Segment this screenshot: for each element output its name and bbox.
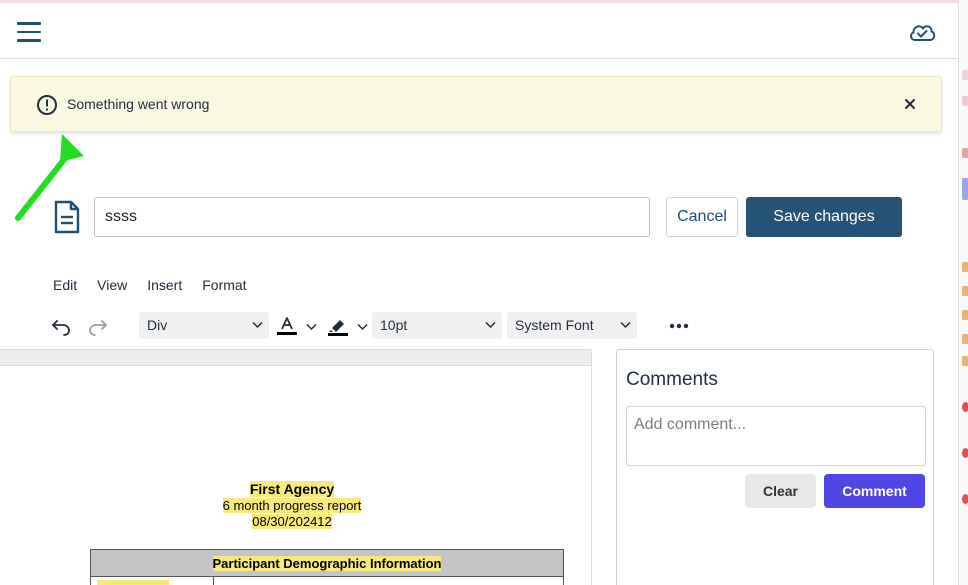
clear-button[interactable]: Clear [745, 474, 816, 508]
add-comment-input[interactable] [626, 406, 926, 466]
strip-marker [962, 96, 968, 106]
document-heading: First Agency [249, 481, 335, 497]
font-size-select[interactable]: 10pt [372, 312, 502, 339]
side-panel-edge [958, 0, 968, 585]
block-format-value: Div [147, 317, 168, 333]
document-title-input[interactable] [94, 197, 650, 237]
editor-toolbar: Div 10pt System Font [0, 309, 700, 343]
strip-marker [962, 494, 968, 504]
error-alert: Something went wrong [10, 76, 942, 132]
chevron-down-icon [620, 321, 631, 329]
app-header [0, 3, 958, 59]
document-date: 08/30/202412 [252, 514, 332, 529]
more-options-icon[interactable] [668, 322, 690, 330]
menu-format[interactable]: Format [202, 277, 246, 295]
font-size-value: 10pt [380, 317, 408, 333]
table-row [90, 577, 564, 585]
strip-marker [962, 148, 968, 158]
highlight-color-button[interactable] [327, 312, 373, 340]
block-format-select[interactable]: Div [139, 312, 269, 339]
comment-button[interactable]: Comment [824, 474, 925, 508]
editor-menubar: Edit View Insert Format [53, 277, 267, 295]
chevron-down-icon [306, 323, 317, 331]
strip-marker [962, 402, 968, 412]
highlight-fragment [97, 580, 169, 585]
alert-exclamation-icon [37, 95, 57, 115]
cancel-button[interactable]: Cancel [666, 197, 738, 237]
font-family-select[interactable]: System Font [507, 312, 637, 339]
document-subtitle: 6 month progress report [222, 498, 362, 513]
strip-marker [962, 334, 968, 344]
table-header: Participant Demographic Information [90, 549, 564, 577]
comments-panel: Comments Clear Comment [616, 349, 934, 585]
alert-message: Something went wrong [67, 96, 210, 112]
table-cell [91, 577, 214, 585]
menu-edit[interactable]: Edit [53, 277, 77, 295]
menu-insert[interactable]: Insert [147, 277, 182, 295]
strip-marker [962, 286, 968, 296]
strip-marker [962, 356, 968, 366]
chevron-down-icon [357, 323, 368, 331]
document-ruler [0, 350, 591, 366]
strip-marker [962, 448, 968, 458]
cloud-check-icon[interactable] [908, 21, 936, 43]
strip-marker [962, 262, 968, 272]
menu-view[interactable]: View [97, 277, 127, 295]
comments-title: Comments [626, 369, 718, 390]
redo-icon[interactable] [87, 315, 109, 337]
document-editor-area[interactable]: First Agency 6 month progress report 08/… [0, 349, 592, 585]
font-family-value: System Font [515, 317, 594, 333]
hamburger-menu-icon[interactable] [17, 22, 41, 42]
undo-icon[interactable] [50, 315, 72, 337]
document-icon [54, 200, 80, 234]
chevron-down-icon [252, 321, 263, 329]
save-changes-button[interactable]: Save changes [746, 197, 902, 237]
strip-marker [962, 70, 968, 80]
highlighter-icon [328, 320, 348, 336]
close-icon[interactable] [901, 95, 919, 113]
text-color-button[interactable] [276, 312, 322, 340]
text-color-icon [277, 317, 297, 335]
strip-marker [962, 178, 968, 200]
strip-marker [962, 310, 968, 320]
chevron-down-icon [485, 321, 496, 329]
